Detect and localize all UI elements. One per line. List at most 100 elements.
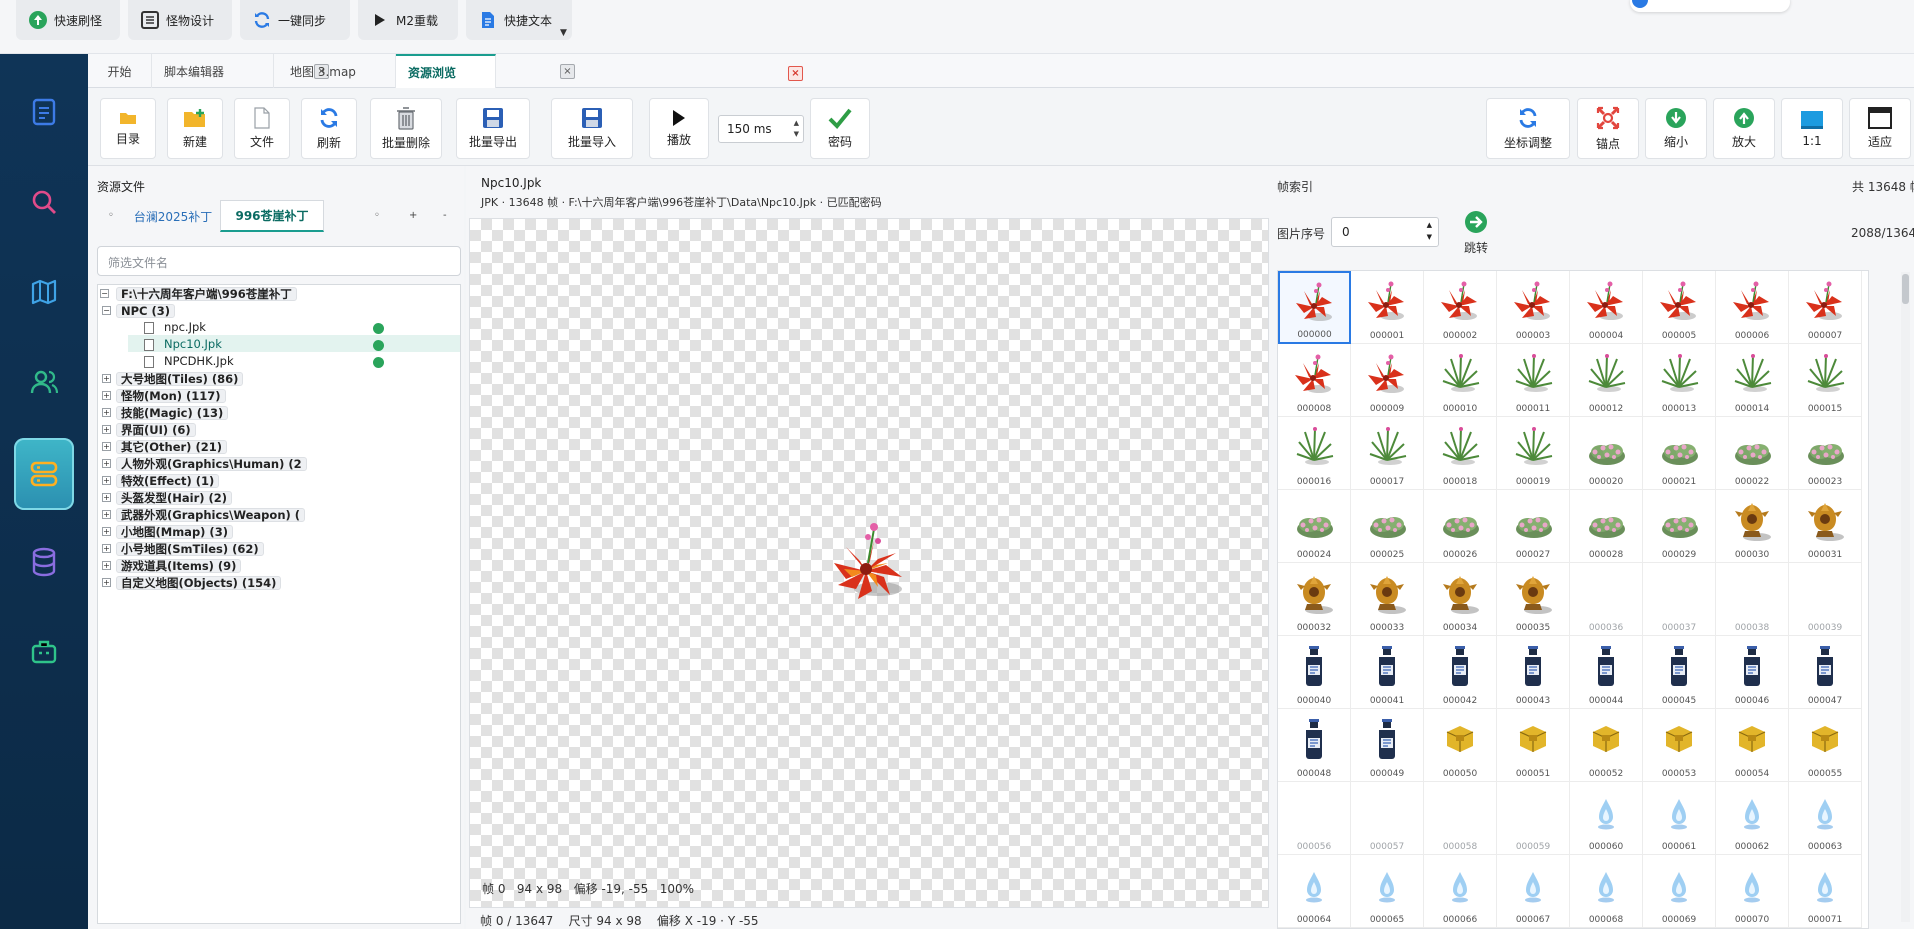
file-filter-input[interactable]: 筛选文件名 [97, 246, 461, 276]
expand-toggle-icon[interactable]: + [102, 391, 111, 400]
frame-thumbnail[interactable]: 000070 [1716, 855, 1789, 928]
preview-canvas[interactable] [469, 218, 1269, 908]
frame-thumbnail[interactable]: 000056 [1278, 782, 1351, 855]
new-button[interactable]: 新建 [167, 98, 223, 159]
zoom-out-button[interactable]: 缩小 [1645, 98, 1707, 159]
tree-folder-item[interactable]: + 其它(Other) (21) [102, 439, 227, 454]
frame-thumbnail[interactable]: 000017 [1351, 417, 1424, 490]
play-button[interactable]: 播放 [649, 98, 709, 159]
frame-thumbnail[interactable]: 000027 [1497, 490, 1570, 563]
tab-dot-icon[interactable]: ◦ [374, 210, 380, 221]
tree-folder-item[interactable]: + 人物外观(Graphics\Human) (2 [102, 456, 307, 471]
frame-thumbnail[interactable]: 000057 [1351, 782, 1424, 855]
frame-thumbnail[interactable]: 000004 [1570, 271, 1643, 344]
fit-button[interactable]: 适应 [1849, 98, 1911, 159]
tree-folder-item[interactable]: + 怪物(Mon) (117) [102, 388, 226, 403]
frame-thumbnail[interactable]: 000064 [1278, 855, 1351, 928]
expand-toggle-icon[interactable]: + [102, 408, 111, 417]
frame-thumbnail[interactable]: 000050 [1424, 709, 1497, 782]
expand-toggle-icon[interactable]: + [102, 493, 111, 502]
frame-thumbnail[interactable]: 000066 [1424, 855, 1497, 928]
directory-button[interactable]: 目录 [100, 98, 156, 159]
batch-delete-button[interactable]: 批量删除 [370, 98, 442, 159]
tab-resource-browser[interactable]: 资源浏览 × [396, 54, 803, 88]
quick-text-button[interactable]: 快捷文本 [466, 0, 572, 40]
frame-thumbnail[interactable]: 000019 [1497, 417, 1570, 490]
frame-thumbnail[interactable]: 000005 [1643, 271, 1716, 344]
frame-thumbnail[interactable]: 000068 [1570, 855, 1643, 928]
frame-thumbnail[interactable]: 000018 [1424, 417, 1497, 490]
frame-thumbnail[interactable]: 000023 [1789, 417, 1862, 490]
frame-thumbnail[interactable]: 000008 [1278, 344, 1351, 417]
monster-design-button[interactable]: 怪物设计 [128, 0, 232, 40]
frame-thumbnail[interactable]: 000042 [1424, 636, 1497, 709]
interval-spinbox[interactable]: 150 ms ▲ ▼ [718, 115, 804, 143]
remove-tab-icon[interactable]: - [443, 210, 447, 221]
tree-file-item[interactable]: npc.Jpk [144, 320, 210, 335]
frame-thumbnail[interactable]: 000024 [1278, 490, 1351, 563]
collapse-toggle-icon[interactable]: − [100, 289, 109, 298]
frame-thumbnail[interactable]: 000033 [1351, 563, 1424, 636]
sidebar-item-users[interactable] [14, 352, 74, 412]
expand-toggle-icon[interactable]: + [102, 527, 111, 536]
frame-thumbnail[interactable]: 000002 [1424, 271, 1497, 344]
tab-script-editor[interactable]: 脚本编辑器 × [152, 54, 329, 88]
tree-file-item[interactable]: NPCDHK.Jpk [144, 354, 238, 369]
jump-button[interactable] [1464, 210, 1488, 234]
frame-grid-scrollbar[interactable] [1901, 272, 1910, 922]
sidebar-item-database[interactable] [14, 532, 74, 592]
actual-size-button[interactable]: 1:1 [1781, 98, 1843, 159]
expand-toggle-icon[interactable]: + [102, 425, 111, 434]
frame-thumbnail[interactable]: 000012 [1570, 344, 1643, 417]
frame-thumbnail[interactable]: 000053 [1643, 709, 1716, 782]
frame-thumbnail[interactable]: 000020 [1570, 417, 1643, 490]
spin-down-arrow-icon[interactable]: ▼ [794, 130, 799, 138]
tab-start[interactable]: 开始 [88, 54, 152, 88]
frame-thumbnail[interactable]: 000062 [1716, 782, 1789, 855]
jump-label[interactable]: 跳转 [1464, 239, 1488, 256]
frame-thumbnail[interactable]: 000029 [1643, 490, 1716, 563]
frame-thumbnail[interactable]: 000007 [1789, 271, 1862, 344]
frame-thumbnail[interactable]: 000037 [1643, 563, 1716, 636]
refresh-button[interactable]: 刷新 [301, 98, 357, 159]
frame-thumbnail[interactable]: 000055 [1789, 709, 1862, 782]
zoom-in-button[interactable]: 放大 [1713, 98, 1775, 159]
tree-folder-item[interactable]: + 技能(Magic) (13) [102, 405, 229, 420]
frame-thumbnail[interactable]: 000052 [1570, 709, 1643, 782]
frame-thumbnail[interactable]: 000026 [1424, 490, 1497, 563]
frame-thumbnail[interactable]: 000045 [1643, 636, 1716, 709]
tab-close-icon[interactable]: × [560, 64, 575, 79]
tree-folder-item[interactable]: + 大号地图(Tiles) (86) [102, 371, 244, 386]
password-button[interactable]: 密码 [810, 98, 870, 159]
sidebar-item-map[interactable] [14, 262, 74, 322]
tree-folder-item[interactable]: + 游戏道具(Items) (9) [102, 558, 242, 573]
batch-export-button[interactable]: 批量导出 [456, 98, 530, 159]
frame-thumbnail[interactable]: 000041 [1351, 636, 1424, 709]
scrollbar-thumb[interactable] [1902, 274, 1909, 304]
add-tab-icon[interactable]: + [409, 210, 417, 221]
frame-thumbnail[interactable]: 000054 [1716, 709, 1789, 782]
tree-file-item[interactable]: Npc10.Jpk [144, 337, 226, 352]
tree-folder-item[interactable]: + 小地图(Mmap) (3) [102, 524, 233, 539]
frame-thumbnail[interactable]: 000040 [1278, 636, 1351, 709]
frame-thumbnail[interactable]: 000022 [1716, 417, 1789, 490]
expand-toggle-icon[interactable]: + [102, 561, 111, 570]
frame-thumbnail[interactable]: 000034 [1424, 563, 1497, 636]
frame-thumbnail[interactable]: 000013 [1643, 344, 1716, 417]
frame-thumbnail[interactable]: 000039 [1789, 563, 1862, 636]
frame-thumbnail[interactable]: 000001 [1351, 271, 1424, 344]
tree-folder-item[interactable]: − F:\十六周年客户端\996苍崖补丁 [100, 286, 297, 301]
frame-thumbnail[interactable]: 000059 [1497, 782, 1570, 855]
frame-thumbnail[interactable]: 000021 [1643, 417, 1716, 490]
frame-thumbnail[interactable]: 000025 [1351, 490, 1424, 563]
sidebar-item-toolbox[interactable] [14, 622, 74, 682]
frame-thumbnail[interactable]: 000031 [1789, 490, 1862, 563]
tab-patch-2025[interactable]: 台澜2025补丁 [126, 200, 220, 232]
frame-thumbnail[interactable]: 000048 [1278, 709, 1351, 782]
sidebar-item-search[interactable] [14, 172, 74, 232]
frame-thumbnail[interactable]: 000063 [1789, 782, 1862, 855]
sidebar-item-resources[interactable] [14, 438, 74, 510]
collapse-toggle-icon[interactable]: − [102, 306, 111, 315]
expand-toggle-icon[interactable]: + [102, 374, 111, 383]
frame-thumbnail[interactable]: 000071 [1789, 855, 1862, 928]
